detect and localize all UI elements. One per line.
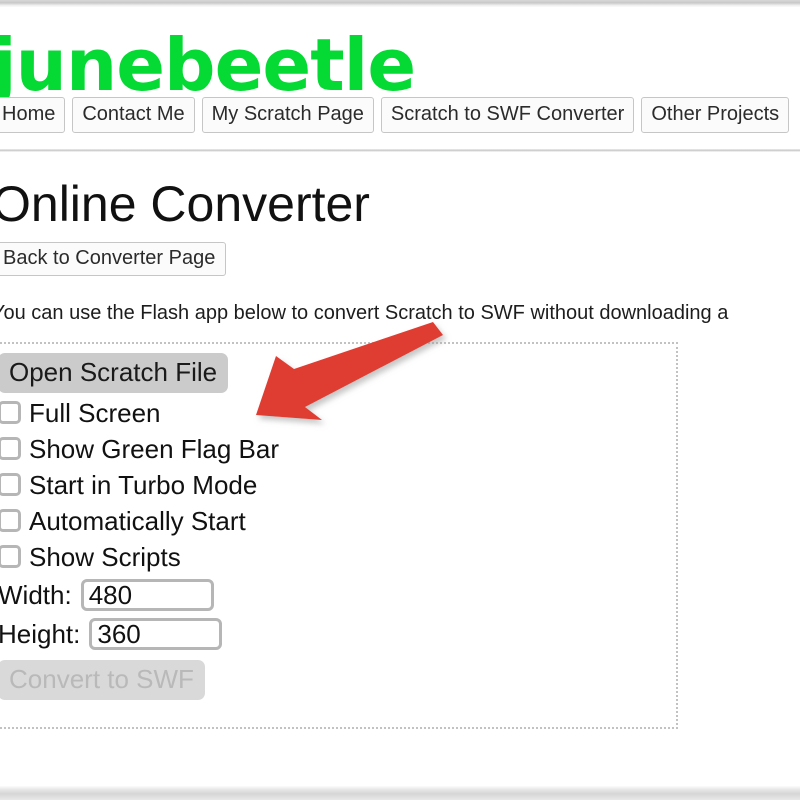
website-content: junebeetle Home Contact Me My Scratch Page…	[0, 7, 800, 729]
height-input[interactable]	[89, 618, 223, 650]
intro-paragraph: You can use the Flash app below to conve…	[0, 302, 729, 324]
option-row-full-screen[interactable]: Full Screen	[0, 396, 676, 429]
height-label: Height:	[0, 619, 81, 649]
width-label: Width:	[0, 580, 72, 610]
open-scratch-file-button[interactable]: Open Scratch File	[0, 353, 229, 393]
main-navigation: Home Contact Me My Scratch Page Scratch to …	[0, 97, 800, 133]
site-logo[interactable]: junebeetle	[0, 7, 800, 101]
browser-chrome-top	[0, 0, 800, 7]
browser-page: junebeetle Home Contact Me My Scratch Page…	[0, 0, 800, 800]
nav-item-other-projects[interactable]: Other Projects	[641, 97, 790, 133]
checkbox-full-screen[interactable]	[0, 401, 21, 424]
option-row-show-green-flag-bar[interactable]: Show Green Flag Bar	[0, 432, 676, 465]
option-label-show-green-flag-bar: Show Green Flag Bar	[29, 433, 280, 464]
width-field-row: Width:	[0, 578, 676, 612]
option-label-automatically-start: Automatically Start	[29, 505, 246, 536]
checkbox-show-scripts[interactable]	[0, 545, 21, 568]
option-label-start-in-turbo-mode: Start in Turbo Mode	[29, 469, 258, 500]
convert-to-swf-button[interactable]: Convert to SWF	[0, 660, 205, 700]
width-input[interactable]	[80, 579, 214, 611]
back-to-converter-page-button[interactable]: Back to Converter Page	[0, 242, 227, 276]
checkbox-start-in-turbo-mode[interactable]	[0, 473, 21, 496]
option-label-full-screen: Full Screen	[29, 397, 161, 428]
page-title: Online Converter	[0, 176, 370, 232]
nav-item-scratch-to-swf-converter[interactable]: Scratch to SWF Converter	[380, 97, 635, 133]
height-field-row: Height:	[0, 617, 676, 651]
browser-chrome-bottom	[0, 786, 800, 800]
checkbox-show-green-flag-bar[interactable]	[0, 437, 21, 460]
checkbox-automatically-start[interactable]	[0, 509, 21, 532]
option-label-show-scripts: Show Scripts	[29, 541, 181, 572]
option-row-start-in-turbo-mode[interactable]: Start in Turbo Mode	[0, 468, 676, 501]
option-row-show-scripts[interactable]: Show Scripts	[0, 540, 676, 573]
nav-item-contact-me[interactable]: Contact Me	[72, 97, 195, 133]
flash-app-container: Open Scratch File Full Screen Show Green…	[0, 342, 678, 729]
nav-item-home[interactable]: Home	[0, 97, 66, 133]
option-row-automatically-start[interactable]: Automatically Start	[0, 504, 676, 537]
nav-item-my-scratch-page[interactable]: My Scratch Page	[201, 97, 374, 133]
